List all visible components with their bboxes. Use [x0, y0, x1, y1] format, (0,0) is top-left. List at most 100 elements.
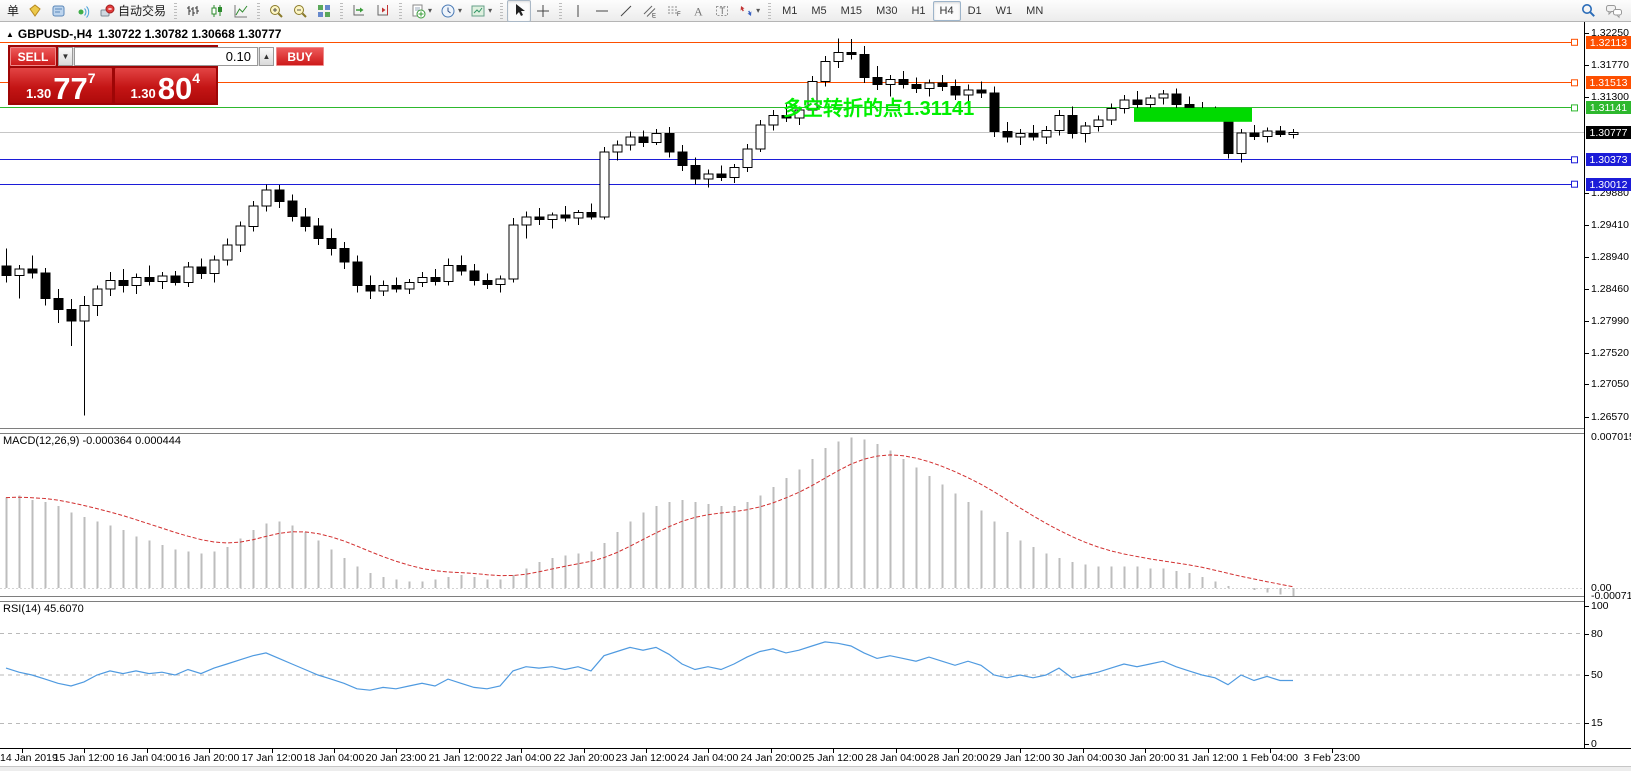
text-label-button[interactable]: T	[710, 0, 734, 22]
chat-button[interactable]	[1601, 0, 1627, 22]
rsi-line	[6, 642, 1293, 690]
price-axis[interactable]: 1.322501.317701.313001.298801.294101.289…	[1584, 22, 1631, 748]
volume-input[interactable]	[74, 47, 258, 66]
fibonacci-retracement-button[interactable]: F	[662, 0, 686, 22]
price-level-badge: 1.31513	[1586, 76, 1631, 89]
main-toolbar: 单 自动交易 ▾ ▾ ▾ E F A T ▾ M1M5M15M30H1H4D1W1MN	[0, 0, 1631, 22]
rsi-label: RSI(14) 45.6070	[3, 603, 84, 615]
price-tick-label: 1.27990	[1591, 315, 1629, 327]
rsi-pane[interactable]	[0, 601, 1584, 748]
zoom-in-button[interactable]	[264, 0, 288, 22]
svg-text:F: F	[677, 12, 681, 18]
main-price-chart[interactable]: 多空转折的点1.31141	[0, 23, 1584, 428]
candlestick-mode-icon	[209, 3, 225, 19]
price-tick-label: 1.28460	[1591, 283, 1629, 295]
chevron-down-icon[interactable]: ▾	[488, 6, 492, 15]
current-price-badge: 1.30777	[1586, 126, 1631, 139]
time-tick-label: 3 Feb 23:00	[1293, 752, 1371, 764]
annotation-text[interactable]: 多空转折的点1.31141	[783, 96, 974, 120]
svg-text:A: A	[694, 4, 703, 18]
search-button[interactable]	[1576, 0, 1601, 22]
buy-button[interactable]: BUY	[276, 47, 324, 66]
svg-text:E: E	[652, 13, 656, 19]
equidistant-channel-button[interactable]: E	[638, 0, 662, 22]
axis-tick	[1585, 289, 1589, 290]
chart-shift-button[interactable]	[371, 0, 395, 22]
vertical-line-button[interactable]	[566, 0, 590, 22]
timeframe-mn-button[interactable]: MN	[1019, 1, 1050, 21]
templates-icon	[470, 3, 486, 19]
pane-separator[interactable]	[0, 428, 1631, 434]
toolbar-separator	[340, 3, 343, 19]
timeframe-m30-button[interactable]: M30	[869, 1, 904, 21]
pane-separator[interactable]	[0, 596, 1631, 602]
volume-decrease-button[interactable]: ▼	[58, 47, 73, 66]
chat-icon	[1605, 3, 1623, 19]
text-button[interactable]: A	[686, 0, 710, 22]
timeframe-w1-button[interactable]: W1	[989, 1, 1020, 21]
market-watch-icon	[51, 3, 67, 19]
axis-tick	[1585, 225, 1589, 226]
toolbar-separator	[559, 3, 562, 19]
axis-tick	[1585, 321, 1589, 322]
auto-scroll-icon	[351, 3, 367, 19]
chevron-down-icon[interactable]: ▾	[428, 6, 432, 15]
price-level-badge: 1.30373	[1586, 153, 1631, 166]
cursor-button[interactable]	[507, 0, 531, 22]
line-handle[interactable]	[1572, 39, 1578, 45]
svg-text:T: T	[720, 6, 726, 16]
line-chart-mode-button[interactable]	[229, 0, 253, 22]
chevron-down-icon[interactable]: ▾	[458, 6, 462, 15]
tile-windows-button[interactable]	[312, 0, 336, 22]
line-handle[interactable]	[1572, 105, 1578, 111]
bar-chart-mode-button[interactable]	[181, 0, 205, 22]
autotrading-button[interactable]: 自动交易	[95, 0, 170, 22]
chart-profiles-button[interactable]	[23, 0, 47, 22]
timeframe-d1-button[interactable]: D1	[961, 1, 989, 21]
volume-increase-button[interactable]: ▲	[259, 47, 274, 66]
axis-tick	[1585, 417, 1589, 418]
templates-button[interactable]: ▾	[466, 0, 496, 22]
periods-button[interactable]: ▾	[436, 0, 466, 22]
axis-tick	[1585, 723, 1589, 724]
timeframe-m1-button[interactable]: M1	[775, 1, 804, 21]
chevron-down-icon[interactable]: ▾	[756, 6, 760, 15]
line-handle[interactable]	[1572, 181, 1578, 187]
arrows-button[interactable]: ▾	[734, 0, 764, 22]
chart-profiles-icon	[27, 3, 43, 19]
horizontal-line-button[interactable]	[590, 0, 614, 22]
candlestick-mode-button[interactable]	[205, 0, 229, 22]
zoom-out-button[interactable]	[288, 0, 312, 22]
axis-tick	[1585, 675, 1589, 676]
volume-control: ▼ ▲	[58, 47, 274, 66]
vertical-line-icon	[570, 3, 586, 19]
time-axis[interactable]: 14 Jan 201915 Jan 12:0016 Jan 04:0016 Ja…	[0, 748, 1631, 766]
sell-price-display[interactable]: 1.30777	[10, 68, 112, 103]
window-bottom-strip	[0, 766, 1631, 771]
autotrading-label: 自动交易	[118, 2, 166, 19]
axis-tick	[1585, 353, 1589, 354]
highlight-rect[interactable]	[1134, 108, 1252, 122]
timeframe-m15-button[interactable]: M15	[834, 1, 869, 21]
search-icon	[1580, 2, 1597, 19]
line-handle[interactable]	[1572, 80, 1578, 86]
new-order-button[interactable]: 单	[0, 0, 23, 22]
indicators-button[interactable]: ▾	[406, 0, 436, 22]
toolbar-separator	[768, 3, 771, 19]
price-tick-label: 1.27050	[1591, 378, 1629, 390]
signals-button[interactable]	[71, 0, 95, 22]
timeframe-m5-button[interactable]: M5	[804, 1, 833, 21]
trendline-button[interactable]	[614, 0, 638, 22]
macd-pane[interactable]	[0, 432, 1584, 596]
timeframe-h1-button[interactable]: H1	[904, 1, 932, 21]
crosshair-button[interactable]	[531, 0, 555, 22]
sell-button[interactable]: SELL	[10, 47, 56, 66]
buy-price-display[interactable]: 1.30804	[115, 68, 217, 103]
bar-chart-mode-icon	[185, 3, 201, 19]
line-handle[interactable]	[1572, 157, 1578, 163]
price-tick-label: 1.31770	[1591, 59, 1629, 71]
market-watch-button[interactable]	[47, 0, 71, 22]
zoom-in-icon	[268, 3, 284, 19]
timeframe-h4-button[interactable]: H4	[933, 1, 961, 21]
auto-scroll-button[interactable]	[347, 0, 371, 22]
